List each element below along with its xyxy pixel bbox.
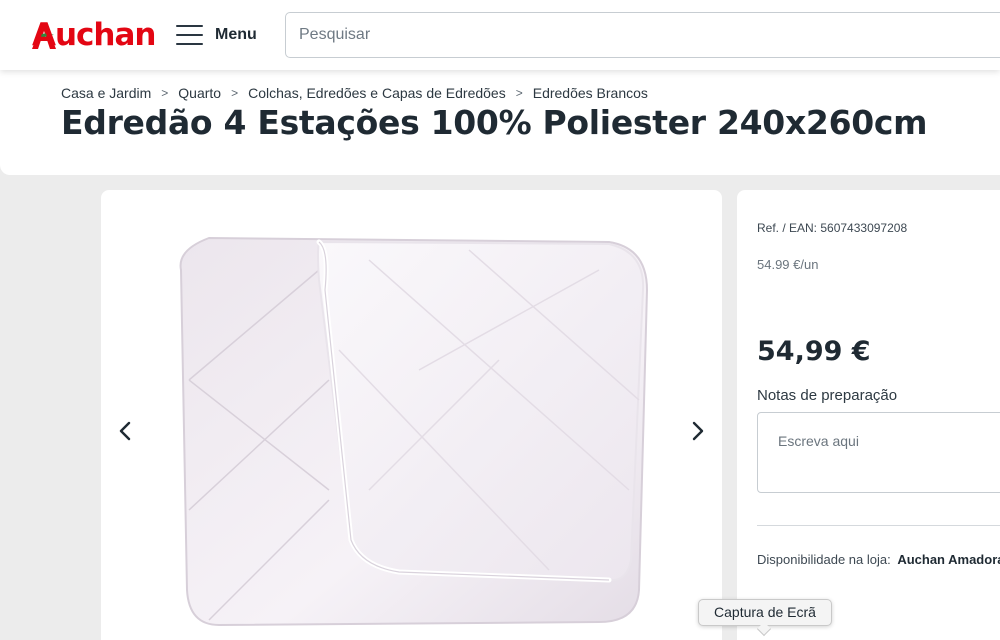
breadcrumb-separator-icon: > [515,86,523,100]
notes-label: Notas de preparação [757,387,898,404]
breadcrumb-item-colchas[interactable]: Colchas, Edredões e Capas de Edredões [248,85,506,101]
site-header: Auchan Menu [0,0,1000,70]
page-title: Edredão 4 Estações 100% Poliester 240x26… [61,103,928,142]
divider [757,525,1000,526]
notes-box [757,412,1000,493]
chevron-left-icon [119,421,131,441]
notes-textarea[interactable] [758,413,1000,492]
menu-button[interactable]: Menu [176,20,266,50]
search-box [285,12,1000,58]
store-availability: Disponibilidade na loja: Auchan Amadora [757,552,1000,567]
product-info-card: Ref. / EAN: 5607433097208 54.99 €/un 54,… [737,190,1000,640]
breadcrumb-separator-icon: > [231,86,239,100]
availability-store-link[interactable]: Auchan Amadora [897,552,1000,567]
price: 54,99 € [757,336,871,367]
search-input[interactable] [286,13,1000,57]
availability-label: Disponibilidade na loja: [757,552,891,567]
menu-label: Menu [215,26,257,43]
breadcrumb-item-edredoes-brancos[interactable]: Edredões Brancos [533,85,648,101]
hamburger-icon [176,24,203,46]
auchan-logo[interactable]: Auchan [30,17,160,53]
ref-ean: Ref. / EAN: 5607433097208 [757,221,908,235]
chevron-right-icon [692,421,704,441]
logo-text: Auchan [32,17,156,53]
breadcrumb-separator-icon: > [161,86,169,100]
title-band: Casa e Jardim > Quarto > Colchas, Edredõ… [0,70,1000,175]
product-gallery [101,190,722,640]
gallery-prev-button[interactable] [113,418,139,444]
product-image [179,236,649,627]
breadcrumb-item-casa-e-jardim[interactable]: Casa e Jardim [61,85,151,101]
gallery-next-button[interactable] [684,418,710,444]
unit-price: 54.99 €/un [757,257,819,272]
breadcrumb-item-quarto[interactable]: Quarto [178,85,221,101]
breadcrumb: Casa e Jardim > Quarto > Colchas, Edredõ… [61,85,648,101]
